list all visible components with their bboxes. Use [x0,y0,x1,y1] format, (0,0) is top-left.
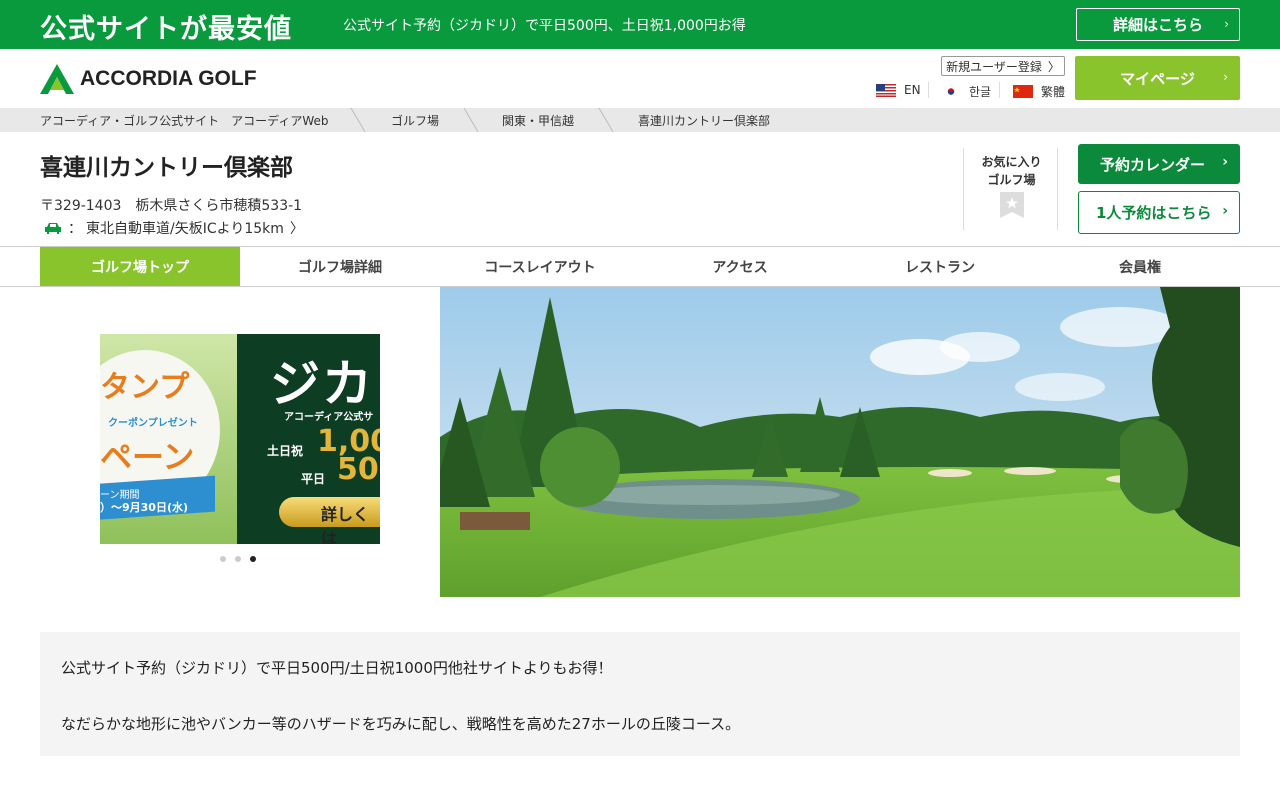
tab-golf-top[interactable]: ゴルフ場トップ [40,247,240,286]
stamp-campaign-banner[interactable]: タンプ クーポンプレゼント ペーン ーン期間 ）～9月30日(水) [100,334,237,544]
mypage-button[interactable]: マイページ › [1075,56,1240,100]
carousel-dot-active[interactable] [250,556,256,562]
us-flag-icon [876,83,896,97]
banner-text: アコーディア公式サ [284,412,374,423]
solo-reservation-label: 1人予約はこちら [1096,204,1212,222]
lang-zh[interactable]: 繁體 [1013,83,1065,100]
lang-en[interactable]: EN [876,83,921,97]
kr-flag-icon [941,85,961,98]
cn-flag-icon [1013,85,1033,98]
tab-access[interactable]: アクセス [640,247,840,286]
chevron-right-icon: › [1222,203,1228,219]
banner-text: タンプ [100,370,190,405]
banner-text: クーポンプレゼント [108,418,198,429]
breadcrumb-item-region[interactable]: 関東・甲信越 [502,112,574,129]
jikadori-banner[interactable]: ジカ アコーディア公式サ 土日祝 1,00 平日 50 詳しくは [237,334,380,544]
course-hero-photo [440,287,1240,597]
solo-reservation-button[interactable]: 1人予約はこちら › [1078,191,1240,234]
carousel-dot[interactable] [220,556,226,562]
promo-details-label: 詳細はこちら [1112,16,1203,34]
golf-course-image [440,287,1240,597]
breadcrumb-item-golf[interactable]: ゴルフ場 [391,112,439,129]
tab-golf-details[interactable]: ゴルフ場詳細 [240,247,440,286]
carousel-dot[interactable] [235,556,241,562]
banner-text: ）～9月30日(水) [100,501,189,514]
lang-divider [928,82,929,98]
access-sep: ： [68,221,82,237]
chevron-right-icon: 〉 [289,221,304,237]
promo-banner: 公式サイトが最安値 公式サイト予約（ジカドリ）で平日500円、土日祝1,000円… [0,0,1280,49]
favorite-label-line1: お気に入り [981,155,1042,169]
promo-text: 公式サイト予約（ジカドリ）で平日500円、土日祝1,000円お得 [343,18,746,34]
breadcrumb-separator [350,108,366,132]
promo-carousel[interactable]: タンプ クーポンプレゼント ペーン ーン期間 ）～9月30日(水) ジカ アコー… [100,334,380,544]
lang-ko[interactable]: 한글 [941,83,991,100]
lang-en-label: EN [904,83,921,97]
banner-text: 詳しくは [321,505,370,544]
tab-membership[interactable]: 会員権 [1040,247,1240,286]
carousel-dots [220,556,265,562]
banner-text: ジカ [270,355,374,413]
course-nav: ゴルフ場トップ ゴルフ場詳細 コースレイアウト アクセス レストラン 会員権 [0,246,1280,287]
breadcrumb-item-home[interactable]: アコーディア・ゴルフ公式サイト アコーディアWeb [40,112,328,129]
promo-details-button[interactable]: 詳細はこちら › [1076,8,1240,41]
accordia-logo-icon [40,64,74,94]
breadcrumb-item-course: 喜連川カントリー倶楽部 [638,114,771,128]
mypage-label: マイページ [1120,69,1195,88]
tab-course-layout[interactable]: コースレイアウト [440,247,640,286]
register-label: 新規ユーザー登録 [946,59,1042,74]
lang-ko-label: 한글 [969,85,992,99]
breadcrumb: アコーディア・ゴルフ公式サイト アコーディアWeb ゴルフ場 関東・甲信越 喜連… [0,108,1280,132]
bookmark-star-icon [1000,192,1024,218]
register-button[interactable]: 新規ユーザー登録 〉 [941,56,1065,76]
chevron-right-icon: › [1224,17,1229,31]
car-icon [45,223,61,234]
course-access-link[interactable]: ： 東北自動車道/矢板ICより15km 〉 [44,218,304,238]
reservation-calendar-label: 予約カレンダー [1100,155,1206,174]
tab-restaurant[interactable]: レストラン [840,247,1040,286]
banner-text: 土日祝 [267,444,304,458]
logo-text: ACCORDIA GOLF [80,67,257,90]
banner-text: 平日 [301,472,326,486]
access-text: 東北自動車道/矢板ICより15km [86,221,284,237]
chevron-right-icon: › [1223,70,1228,84]
favorite-label-line2: ゴルフ場 [987,173,1036,187]
chevron-right-icon: 〉 [1047,59,1060,74]
banner-text: 50 [337,452,379,487]
favorite-button[interactable]: お気に入り ゴルフ場 [963,148,1058,230]
reservation-calendar-button[interactable]: 予約カレンダー › [1078,144,1240,184]
promo-title: 公式サイトが最安値 [40,14,292,45]
description-promo: 公式サイト予約（ジカドリ）で平日500円/土日祝1000円他社サイトよりもお得！ [61,659,613,677]
page-title: 喜連川カントリー倶楽部 [40,155,293,181]
chevron-right-icon: › [1222,154,1228,170]
description-course: なだらかな地形に池やバンカー等のハザードを巧みに配し、戦略性を高めた27ホールの… [61,715,741,733]
breadcrumb-separator [598,108,614,132]
banner-text: ペーン [100,438,195,476]
breadcrumb-separator [463,108,479,132]
lang-divider [999,82,1000,98]
course-address: 〒329-1403 栃木県さくら市穂積533-1 [40,198,303,214]
lang-zh-label: 繁體 [1041,85,1066,99]
favorite-label: お気に入り ゴルフ場 [964,153,1059,189]
course-description: 公式サイト予約（ジカドリ）で平日500円/土日祝1000円他社サイトよりもお得！… [40,632,1240,756]
site-logo[interactable]: ACCORDIA GOLF [40,64,257,94]
